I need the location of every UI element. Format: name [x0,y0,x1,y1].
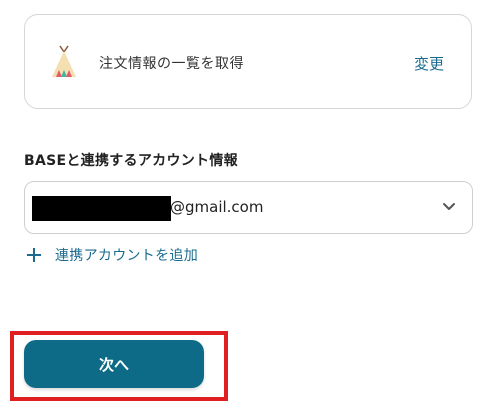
chevron-down-icon[interactable] [442,202,456,212]
add-account-link[interactable]: 連携アカウントを追加 [26,245,198,265]
plus-icon [27,248,41,262]
account-select-value: @gmail.com [170,198,264,216]
account-select[interactable]: @gmail.com [24,181,473,234]
next-button[interactable]: 次へ [24,340,204,388]
teepee-icon [52,45,76,77]
action-card: 注文情報の一覧を取得 変更 [24,14,472,109]
account-section-label: BASEと連携するアカウント情報 [24,153,238,169]
redacted-email-mask [32,196,171,221]
add-account-label: 連携アカウントを追加 [55,248,198,264]
action-label: 注文情報の一覧を取得 [99,56,244,72]
change-link[interactable]: 変更 [414,53,444,74]
